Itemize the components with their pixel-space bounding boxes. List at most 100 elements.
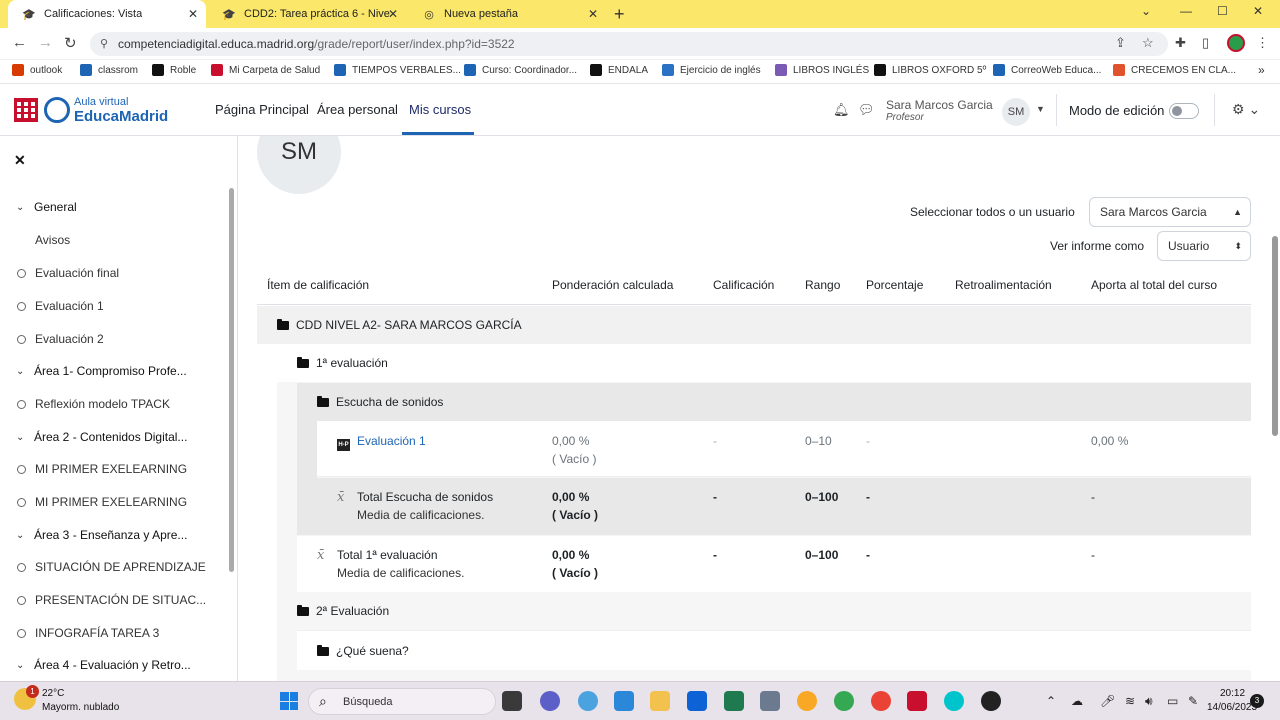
grade-item-link[interactable]: Evaluación 1	[357, 434, 426, 448]
chrome-icon[interactable]	[834, 691, 854, 711]
grade-item-evaluacion-1[interactable]: H-P Evaluación 1	[337, 432, 426, 451]
edge-icon[interactable]	[578, 691, 598, 711]
chevron-down-icon[interactable]: ⌄	[16, 660, 28, 671]
weather-temp[interactable]: 22°C	[42, 688, 64, 699]
chevron-up-icon[interactable]: ⌃	[1046, 694, 1056, 708]
task-view-icon[interactable]	[502, 691, 522, 711]
file-explorer-icon[interactable]	[650, 691, 670, 711]
canva-icon[interactable]	[944, 691, 964, 711]
logo-title[interactable]: EducaMadrid	[74, 108, 168, 125]
cloud-icon[interactable]: ☁	[1071, 694, 1083, 708]
microphone-icon[interactable]: 🎤︎	[1100, 694, 1115, 708]
calculator-icon[interactable]	[760, 691, 780, 711]
view-as-dropdown[interactable]: Usuario ⬍	[1157, 231, 1251, 261]
bookmark-correoweb[interactable]: CorreoWeb Educa...	[993, 64, 1101, 76]
tab-cdd2[interactable]: 🎓 CDD2: Tarea práctica 6 - Nivel A2 ✕	[208, 0, 406, 28]
reload-icon[interactable]: ↻	[64, 34, 77, 52]
sidebar-section-area-2[interactable]: ⌄ Área 2 - Contenidos Digital...	[16, 430, 187, 444]
chevron-down-icon[interactable]: ▼	[1036, 104, 1045, 114]
bookmark-endala[interactable]: ENDALA	[590, 64, 648, 76]
comunidad-madrid-logo-icon[interactable]	[14, 98, 38, 122]
chevron-down-icon[interactable]: ⌄	[16, 202, 28, 213]
volume-icon[interactable]: 🔊︎	[1145, 694, 1153, 709]
close-icon[interactable]: ✕	[188, 7, 198, 21]
bookmark-libros-ingles[interactable]: LIBROS INGLÉS	[775, 64, 869, 76]
more-bookmarks-icon[interactable]: »	[1258, 63, 1265, 77]
pen-icon[interactable]: ✎	[1188, 694, 1198, 708]
tab-search-chevron-icon[interactable]: ⌄	[1141, 4, 1151, 18]
bookmark-classrom[interactable]: classrom	[80, 64, 138, 76]
site-info-icon[interactable]: ⚲	[100, 32, 108, 56]
nav-pagina-principal[interactable]: Página Principal	[215, 102, 309, 117]
sidebar-scrollbar[interactable]	[229, 188, 234, 572]
chrome-profile-icon[interactable]	[871, 691, 891, 711]
gear-icon[interactable]: ⚙︎ ⌄	[1232, 101, 1260, 118]
bookmark-crecemos[interactable]: CRECEMOS EN CLA...	[1113, 64, 1236, 76]
sidebar-item-exelearning-2[interactable]: MI PRIMER EXELEARNING	[16, 495, 187, 509]
dropbox-icon[interactable]	[687, 691, 707, 711]
windows-start-icon[interactable]	[280, 692, 298, 710]
tab-calificaciones[interactable]: 🎓 Calificaciones: Vista ✕	[8, 0, 206, 28]
url-field[interactable]: ⚲ competenciadigital.educa.madrid.org/gr…	[90, 32, 1168, 56]
clock-time[interactable]: 20:12	[1220, 688, 1245, 699]
sidebar-item-avisos[interactable]: Avisos	[35, 233, 70, 247]
sidebar-item-evaluacion-final[interactable]: Evaluación final	[16, 266, 119, 280]
sidebar-section-general[interactable]: ⌄ General	[16, 200, 77, 214]
share-icon[interactable]: ⇪	[1115, 35, 1126, 51]
store-icon[interactable]	[724, 691, 744, 711]
select-user-dropdown[interactable]: Sara Marcos Garcia ▲	[1089, 197, 1251, 227]
sidebar-item-evaluacion-1[interactable]: Evaluación 1	[16, 299, 104, 313]
close-window-icon[interactable]: ✕	[1253, 4, 1263, 18]
forward-icon[interactable]: →	[38, 34, 53, 51]
chevron-down-icon[interactable]: ⌄	[16, 432, 28, 443]
notification-badge[interactable]: 3	[1250, 694, 1264, 708]
sidebar-item-presentacion-situacion[interactable]: PRESENTACIÓN DE SITUAC...	[16, 593, 206, 607]
bookmark-outlook[interactable]: outlook	[12, 64, 62, 76]
extensions-icon[interactable]: ✚	[1175, 35, 1186, 51]
bookmark-ejercicio-ingles[interactable]: Ejercicio de inglés	[662, 64, 761, 76]
app-icon[interactable]	[981, 691, 1001, 711]
taskbar-search[interactable]: ⌕ Búsqueda	[308, 688, 496, 715]
sidebar-item-evaluacion-2[interactable]: Evaluación 2	[16, 332, 104, 346]
close-icon[interactable]: ✕	[588, 7, 598, 21]
bell-icon[interactable]: 🔔︎	[833, 102, 850, 118]
message-icon[interactable]: 💬︎	[858, 102, 875, 118]
tab-nueva[interactable]: ◎ Nueva pestaña ✕	[408, 0, 606, 28]
sidebar-item-exelearning-1[interactable]: MI PRIMER EXELEARNING	[16, 462, 187, 476]
minimize-icon[interactable]: —	[1180, 4, 1192, 18]
nav-area-personal[interactable]: Área personal	[317, 102, 398, 117]
menu-icon[interactable]: ⋮	[1256, 35, 1269, 51]
battery-icon[interactable]: ▭	[1167, 694, 1178, 708]
user-name[interactable]: Sara Marcos Garcia	[886, 98, 993, 112]
side-panel-icon[interactable]: ▯	[1202, 35, 1209, 51]
bookmark-tiempos-verbales[interactable]: TIEMPOS VERBALES...	[334, 64, 461, 76]
sidebar-item-infografia[interactable]: INFOGRAFÍA TAREA 3	[16, 626, 159, 640]
sidebar-section-area-1[interactable]: ⌄ Área 1- Compromiso Profe...	[16, 364, 187, 378]
new-tab-icon[interactable]: +	[614, 4, 625, 25]
acrobat-icon[interactable]	[907, 691, 927, 711]
bookmark-libros-oxford[interactable]: LIBROS OXFORD 5º	[874, 64, 986, 76]
sidebar-item-situacion-aprendizaje[interactable]: SITUACIÓN DE APRENDIZAJE	[16, 560, 206, 574]
maximize-icon[interactable]: ☐	[1217, 4, 1228, 18]
wifi-icon[interactable]: ≋	[1125, 694, 1135, 708]
profile-icon[interactable]	[1227, 34, 1245, 52]
back-icon[interactable]: ←	[12, 34, 27, 51]
sidebar-item-reflexion-tpack[interactable]: Reflexión modelo TPACK	[16, 397, 170, 411]
chevron-down-icon[interactable]: ⌄	[16, 530, 28, 541]
sidebar-section-area-3[interactable]: ⌄ Área 3 - Enseñanza y Apre...	[16, 528, 187, 542]
teams-chat-icon[interactable]	[540, 691, 560, 711]
main-scrollbar[interactable]	[1272, 236, 1278, 436]
mail-app-icon[interactable]	[614, 691, 634, 711]
firefox-icon[interactable]	[797, 691, 817, 711]
chevron-down-icon[interactable]: ⌄	[16, 366, 28, 377]
educamadrid-logo-icon[interactable]	[44, 97, 70, 123]
bookmark-curso-coordinador[interactable]: Curso: Coordinador...	[464, 64, 577, 76]
edit-mode-toggle[interactable]	[1169, 103, 1199, 119]
bookmark-star-icon[interactable]: ☆	[1142, 35, 1154, 51]
nav-mis-cursos[interactable]: Mis cursos	[409, 102, 471, 117]
close-icon[interactable]: ✕	[14, 152, 26, 169]
avatar[interactable]: SM	[1002, 98, 1030, 126]
weather-desc[interactable]: Mayorm. nublado	[42, 702, 119, 713]
sidebar-section-area-4[interactable]: ⌄ Área 4 - Evaluación y Retro...	[16, 658, 191, 672]
bookmark-carpeta-salud[interactable]: Mi Carpeta de Salud	[211, 64, 320, 76]
